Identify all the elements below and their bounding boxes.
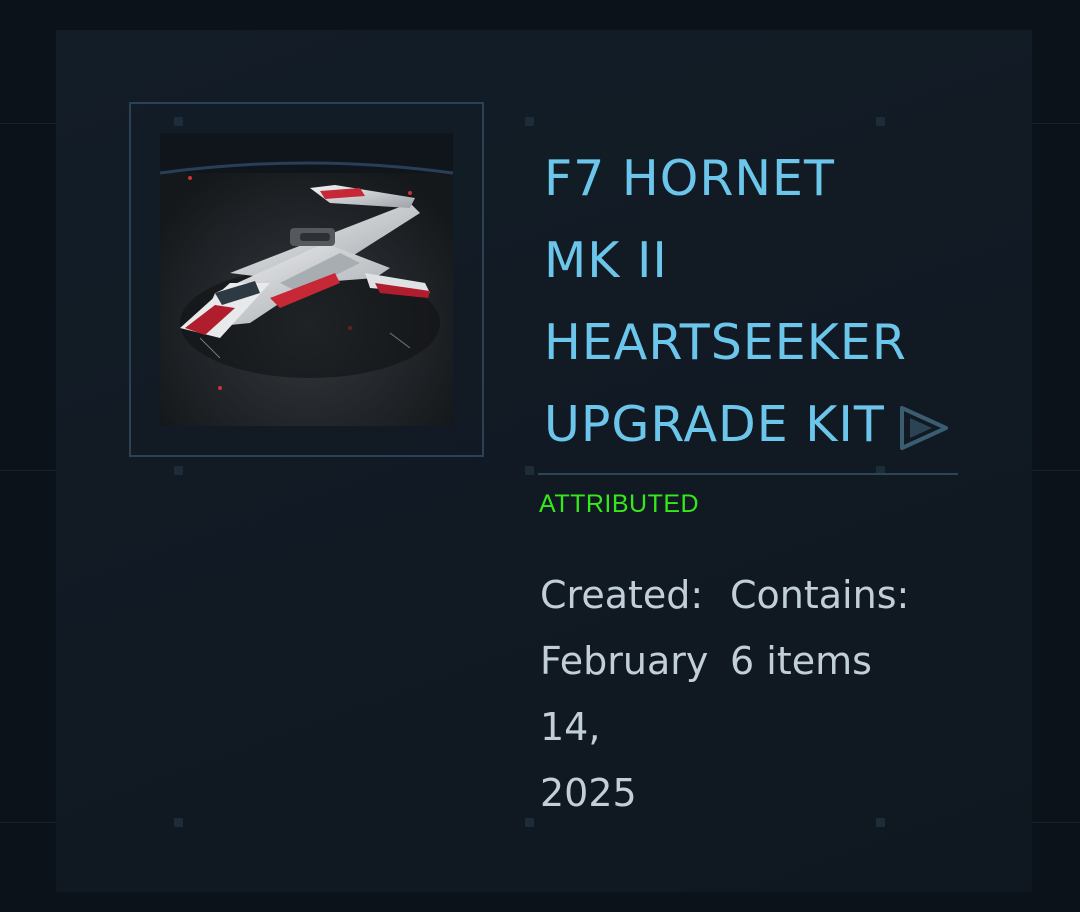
grid-marker bbox=[525, 818, 534, 827]
grid-marker bbox=[876, 818, 885, 827]
item-title-line: HEARTSEEKER bbox=[544, 314, 907, 371]
contains-info: Contains: 6 items bbox=[730, 562, 909, 694]
created-value-line: February bbox=[540, 639, 709, 683]
status-badge: ATTRIBUTED bbox=[539, 490, 700, 518]
play-triangle-icon[interactable] bbox=[896, 404, 952, 452]
grid-marker bbox=[876, 117, 885, 126]
ship-thumbnail[interactable] bbox=[160, 133, 453, 426]
item-title-line: F7 HORNET bbox=[544, 150, 835, 207]
created-value-line: 14, bbox=[540, 705, 601, 749]
grid-marker bbox=[525, 117, 534, 126]
grid-marker bbox=[174, 818, 183, 827]
contains-label: Contains: bbox=[730, 573, 910, 617]
item-title-line: MK II bbox=[544, 232, 668, 289]
grid-marker bbox=[174, 466, 183, 475]
created-info: Created: February 14, 2025 bbox=[540, 562, 708, 826]
title-divider bbox=[538, 473, 958, 475]
created-value-line: 2025 bbox=[540, 771, 637, 815]
ship-render-image bbox=[160, 133, 453, 426]
contains-value-line: 6 items bbox=[730, 639, 872, 683]
created-label: Created: bbox=[540, 573, 704, 617]
grid-marker bbox=[525, 466, 534, 475]
app-background: F7 HORNET MK II HEARTSEEKER UPGRADE KIT … bbox=[0, 0, 1080, 912]
